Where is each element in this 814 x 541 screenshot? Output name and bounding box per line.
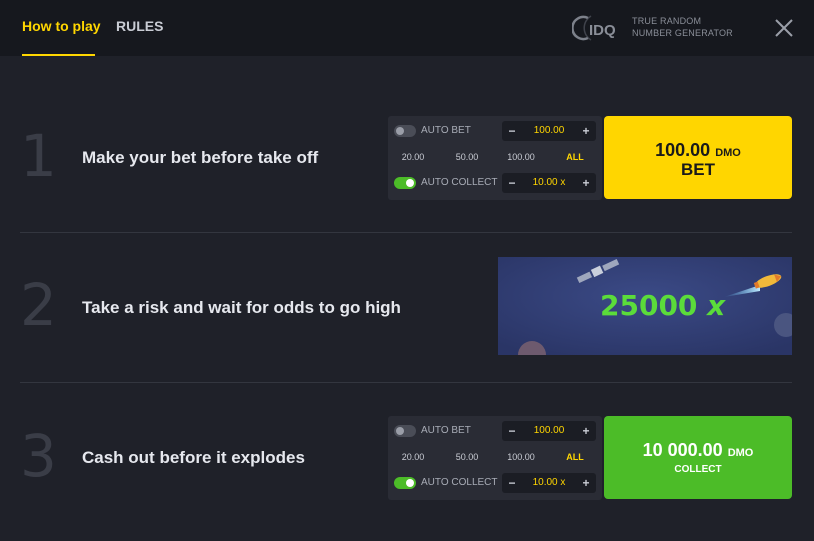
auto-collect-value[interactable]: 10.00 x — [520, 473, 578, 493]
step-number: 1 — [20, 122, 57, 190]
bet-panel-demo: AUTO BET − 100.00 + 20.00 50.00 100.00 A… — [388, 116, 602, 200]
close-icon[interactable] — [772, 16, 796, 40]
bet-amount-stepper[interactable]: − 100.00 + — [502, 421, 596, 441]
tab-how-to-play[interactable]: How to play — [22, 18, 101, 34]
multiplier-suffix: x — [707, 289, 726, 322]
increase-collect-button[interactable]: + — [578, 473, 594, 493]
bet-amount-text: 100.00 — [655, 140, 711, 160]
rng-caption: TRUE RANDOM NUMBER GENERATOR — [632, 15, 733, 39]
idq-logo-icon: IDQ — [572, 15, 616, 41]
bet-amount-value[interactable]: 100.00 — [520, 421, 578, 441]
quick-bet-50[interactable]: 50.00 — [442, 147, 492, 167]
quick-bet-all[interactable]: ALL — [550, 147, 600, 167]
collect-button-label: COLLECT — [674, 464, 722, 475]
quick-bet-all[interactable]: ALL — [550, 447, 600, 467]
quick-bet-20[interactable]: 20.00 — [388, 447, 438, 467]
multiplier-value: 25000 — [600, 289, 698, 322]
multiplier-display: 25000 x — [600, 289, 725, 322]
step-divider — [20, 232, 792, 233]
decrease-bet-button[interactable]: − — [504, 121, 520, 141]
collect-currency: DMO — [727, 447, 754, 459]
auto-collect-toggle[interactable] — [394, 177, 416, 189]
step-3: 3 Cash out before it explodes AUTO BET −… — [20, 416, 794, 500]
collect-button-amount: 10 000.00 DMO — [604, 440, 792, 461]
quick-bet-row: 20.00 50.00 100.00 ALL — [388, 147, 602, 167]
auto-bet-row: AUTO BET − 100.00 + — [388, 420, 602, 442]
step-number: 3 — [20, 422, 57, 490]
step-description: Cash out before it explodes — [82, 448, 305, 467]
step-2: 2 Take a risk and wait for odds to go hi… — [20, 257, 794, 355]
step-description: Take a risk and wait for odds to go high — [82, 298, 401, 317]
collect-amount-text: 10 000.00 — [642, 440, 723, 460]
decrease-collect-button[interactable]: − — [504, 473, 520, 493]
modal-header: How to play RULES IDQ TRUE RANDOM NUMBER… — [0, 0, 814, 56]
auto-bet-toggle[interactable] — [394, 125, 416, 137]
quick-bet-100[interactable]: 100.00 — [496, 147, 546, 167]
quick-bet-100[interactable]: 100.00 — [496, 447, 546, 467]
step-number: 2 — [20, 271, 57, 339]
how-to-play-modal: How to play RULES IDQ TRUE RANDOM NUMBER… — [0, 0, 814, 541]
bet-amount-value[interactable]: 100.00 — [520, 121, 578, 141]
collect-button[interactable]: 10 000.00 DMO COLLECT — [604, 416, 792, 499]
game-preview-image: 25000 x — [498, 257, 792, 355]
bet-amount-stepper[interactable]: − 100.00 + — [502, 121, 596, 141]
auto-bet-label: AUTO BET — [421, 425, 471, 436]
auto-collect-row: AUTO COLLECT − 10.00 x + — [388, 172, 602, 194]
quick-bet-20[interactable]: 20.00 — [388, 147, 438, 167]
step-1: 1 Make your bet before take off AUTO BET… — [20, 116, 794, 200]
auto-collect-label: AUTO COLLECT — [421, 177, 498, 188]
rng-caption-line-2: NUMBER GENERATOR — [632, 28, 733, 38]
auto-collect-toggle[interactable] — [394, 477, 416, 489]
auto-bet-label: AUTO BET — [421, 125, 471, 136]
auto-collect-stepper[interactable]: − 10.00 x + — [502, 473, 596, 493]
svg-text:IDQ: IDQ — [589, 22, 616, 39]
bet-button[interactable]: 100.00 DMO BET — [604, 116, 792, 199]
step-description: Make your bet before take off — [82, 148, 319, 167]
rng-caption-line-1: TRUE RANDOM — [632, 16, 702, 26]
auto-bet-toggle[interactable] — [394, 425, 416, 437]
auto-collect-stepper[interactable]: − 10.00 x + — [502, 173, 596, 193]
auto-bet-row: AUTO BET − 100.00 + — [388, 120, 602, 142]
bet-button-amount: 100.00 DMO — [604, 140, 792, 161]
auto-collect-value[interactable]: 10.00 x — [520, 173, 578, 193]
bet-panel-demo: AUTO BET − 100.00 + 20.00 50.00 100.00 A… — [388, 416, 602, 500]
step-divider — [20, 382, 792, 383]
decrease-bet-button[interactable]: − — [504, 421, 520, 441]
increase-collect-button[interactable]: + — [578, 173, 594, 193]
active-tab-indicator — [22, 54, 95, 56]
bet-button-label: BET — [681, 160, 715, 179]
auto-collect-label: AUTO COLLECT — [421, 477, 498, 488]
quick-bet-50[interactable]: 50.00 — [442, 447, 492, 467]
auto-collect-row: AUTO COLLECT − 10.00 x + — [388, 472, 602, 494]
increase-bet-button[interactable]: + — [578, 421, 594, 441]
decrease-collect-button[interactable]: − — [504, 173, 520, 193]
quick-bet-row: 20.00 50.00 100.00 ALL — [388, 447, 602, 467]
increase-bet-button[interactable]: + — [578, 121, 594, 141]
tab-rules[interactable]: RULES — [116, 18, 163, 34]
bet-currency: DMO — [715, 147, 741, 159]
